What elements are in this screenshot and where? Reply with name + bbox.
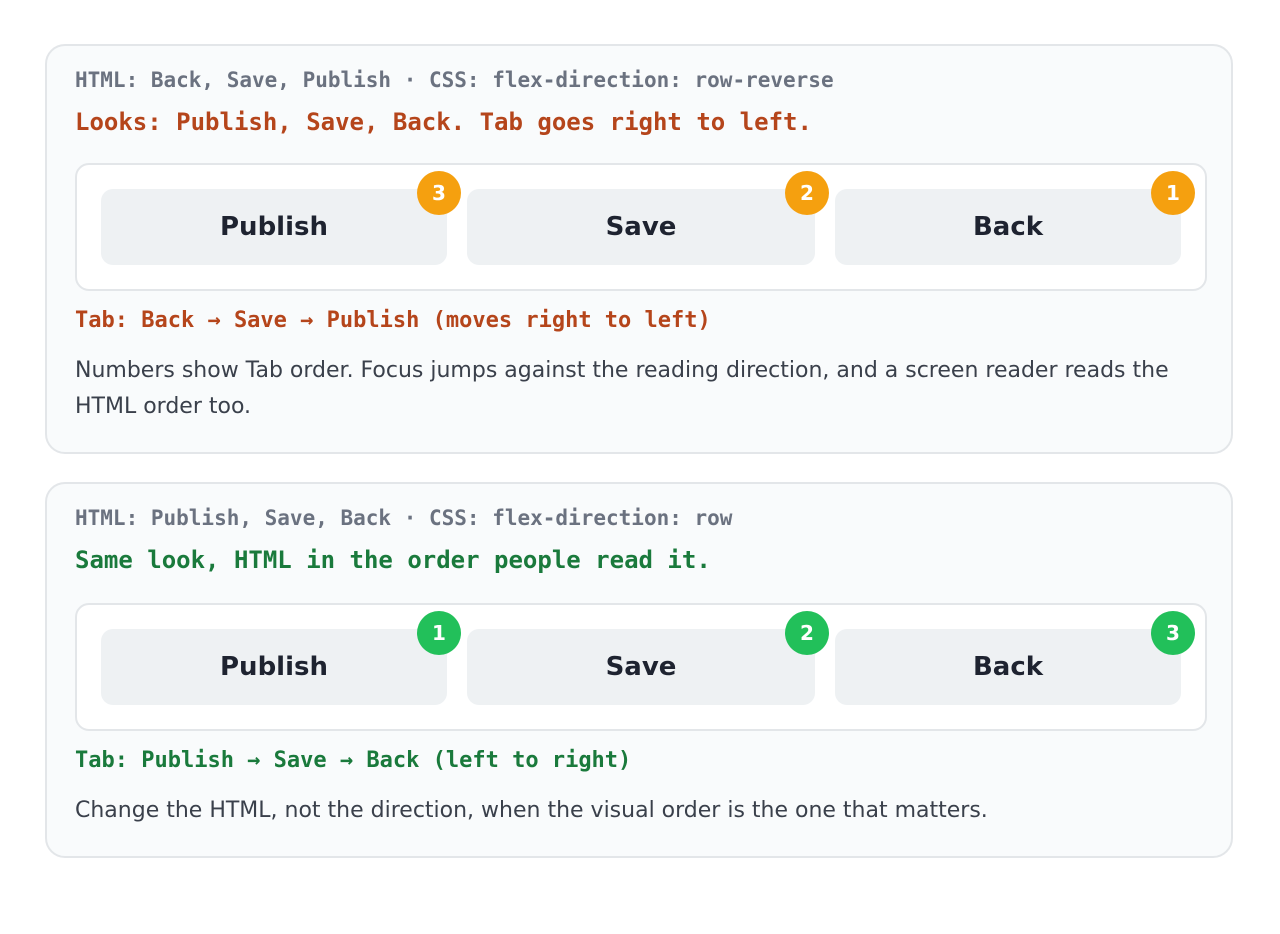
tab-order-badge: 2 xyxy=(785,171,829,215)
row-reverse-example-card: HTML: Back, Save, Publish · CSS: flex-di… xyxy=(45,44,1233,454)
tab-order-badge: 1 xyxy=(1151,171,1195,215)
button-row: Publish 3 Save 2 Back 1 xyxy=(75,163,1207,291)
tab-order-badge: 2 xyxy=(785,611,829,655)
example-description: Numbers show Tab order. Focus jumps agai… xyxy=(75,358,1169,419)
button-label: Save xyxy=(605,652,677,682)
save-button[interactable]: Save 2 xyxy=(467,171,829,265)
button-label: Publish xyxy=(220,212,328,242)
tab-order-line: Tab: Publish → Save → Back (left to righ… xyxy=(75,748,632,773)
example-headline: Looks: Publish, Save, Back. Tab goes rig… xyxy=(75,108,812,136)
row-example-card: HTML: Publish, Save, Back · CSS: flex-di… xyxy=(45,482,1233,858)
back-button[interactable]: Back 3 xyxy=(835,611,1195,705)
publish-button[interactable]: Publish 1 xyxy=(101,611,461,705)
tab-order-badge: 3 xyxy=(417,171,461,215)
button-row: Publish 1 Save 2 Back 3 xyxy=(75,603,1207,731)
button-label: Back xyxy=(972,652,1044,682)
tab-order-badge: 1 xyxy=(417,611,461,655)
example-headline: Same look, HTML in the order people read… xyxy=(75,546,711,574)
tab-order-badge: 3 xyxy=(1151,611,1195,655)
publish-button[interactable]: Publish 3 xyxy=(101,171,461,265)
html-css-code-line: HTML: Publish, Save, Back · CSS: flex-di… xyxy=(75,506,733,530)
example-description: Change the HTML, not the direction, when… xyxy=(75,798,988,823)
save-button[interactable]: Save 2 xyxy=(467,611,829,705)
button-label: Save xyxy=(605,212,677,242)
html-css-code-line: HTML: Back, Save, Publish · CSS: flex-di… xyxy=(75,68,834,92)
back-button[interactable]: Back 1 xyxy=(835,171,1195,265)
tab-order-line: Tab: Back → Save → Publish (moves right … xyxy=(75,308,711,333)
button-label: Publish xyxy=(220,652,328,682)
button-label: Back xyxy=(972,212,1044,242)
